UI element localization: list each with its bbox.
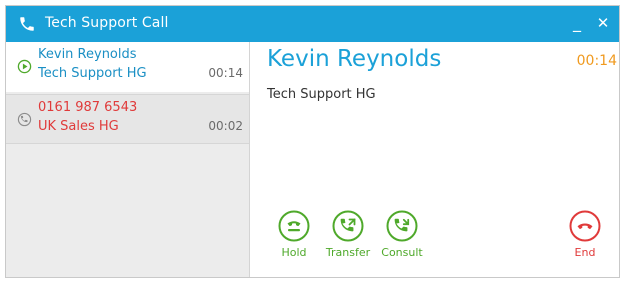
consult-label: Consult xyxy=(381,246,423,259)
call-group: UK Sales HG xyxy=(38,119,119,134)
call-list-item-active[interactable]: Kevin Reynolds Tech Support HG 00:14 xyxy=(6,42,249,92)
call-duration: 00:02 xyxy=(208,119,243,133)
caller-name: Kevin Reynolds xyxy=(267,46,442,72)
hold-icon xyxy=(278,210,310,242)
call-list-item-held[interactable]: 0161 987 6543 UK Sales HG 00:02 xyxy=(6,94,249,144)
call-list: Kevin Reynolds Tech Support HG 00:14 016… xyxy=(6,42,250,277)
transfer-label: Transfer xyxy=(325,246,371,259)
phone-consult-icon xyxy=(386,210,418,242)
hold-label: Hold xyxy=(281,246,307,259)
phone-icon xyxy=(20,17,34,31)
call-group: Tech Support HG xyxy=(38,66,147,81)
phone-end-icon xyxy=(569,210,601,242)
call-window: Tech Support Call _ ✕ Kevin Reynolds Tec… xyxy=(5,5,620,278)
phone-hold-icon xyxy=(17,112,32,127)
consult-button[interactable]: Consult xyxy=(372,210,432,259)
transfer-button[interactable]: Transfer xyxy=(318,210,378,259)
window-title: Tech Support Call xyxy=(45,15,169,31)
end-call-button[interactable]: End xyxy=(555,210,615,259)
title-bar: Tech Support Call _ ✕ xyxy=(6,6,619,42)
call-duration: 00:14 xyxy=(208,66,243,80)
caller-group: Tech Support HG xyxy=(267,87,376,102)
end-label: End xyxy=(574,246,596,259)
play-circle-icon xyxy=(17,59,32,74)
call-number: 0161 987 6543 xyxy=(38,100,138,115)
close-button[interactable]: ✕ xyxy=(594,12,612,34)
hold-button[interactable]: Hold xyxy=(264,210,324,259)
call-details: Kevin Reynolds 00:14 Tech Support HG Hol… xyxy=(250,42,619,277)
call-timer: 00:14 xyxy=(576,53,617,69)
minimize-button[interactable]: _ xyxy=(568,12,586,34)
call-name: Kevin Reynolds xyxy=(38,47,137,62)
phone-transfer-icon xyxy=(332,210,364,242)
